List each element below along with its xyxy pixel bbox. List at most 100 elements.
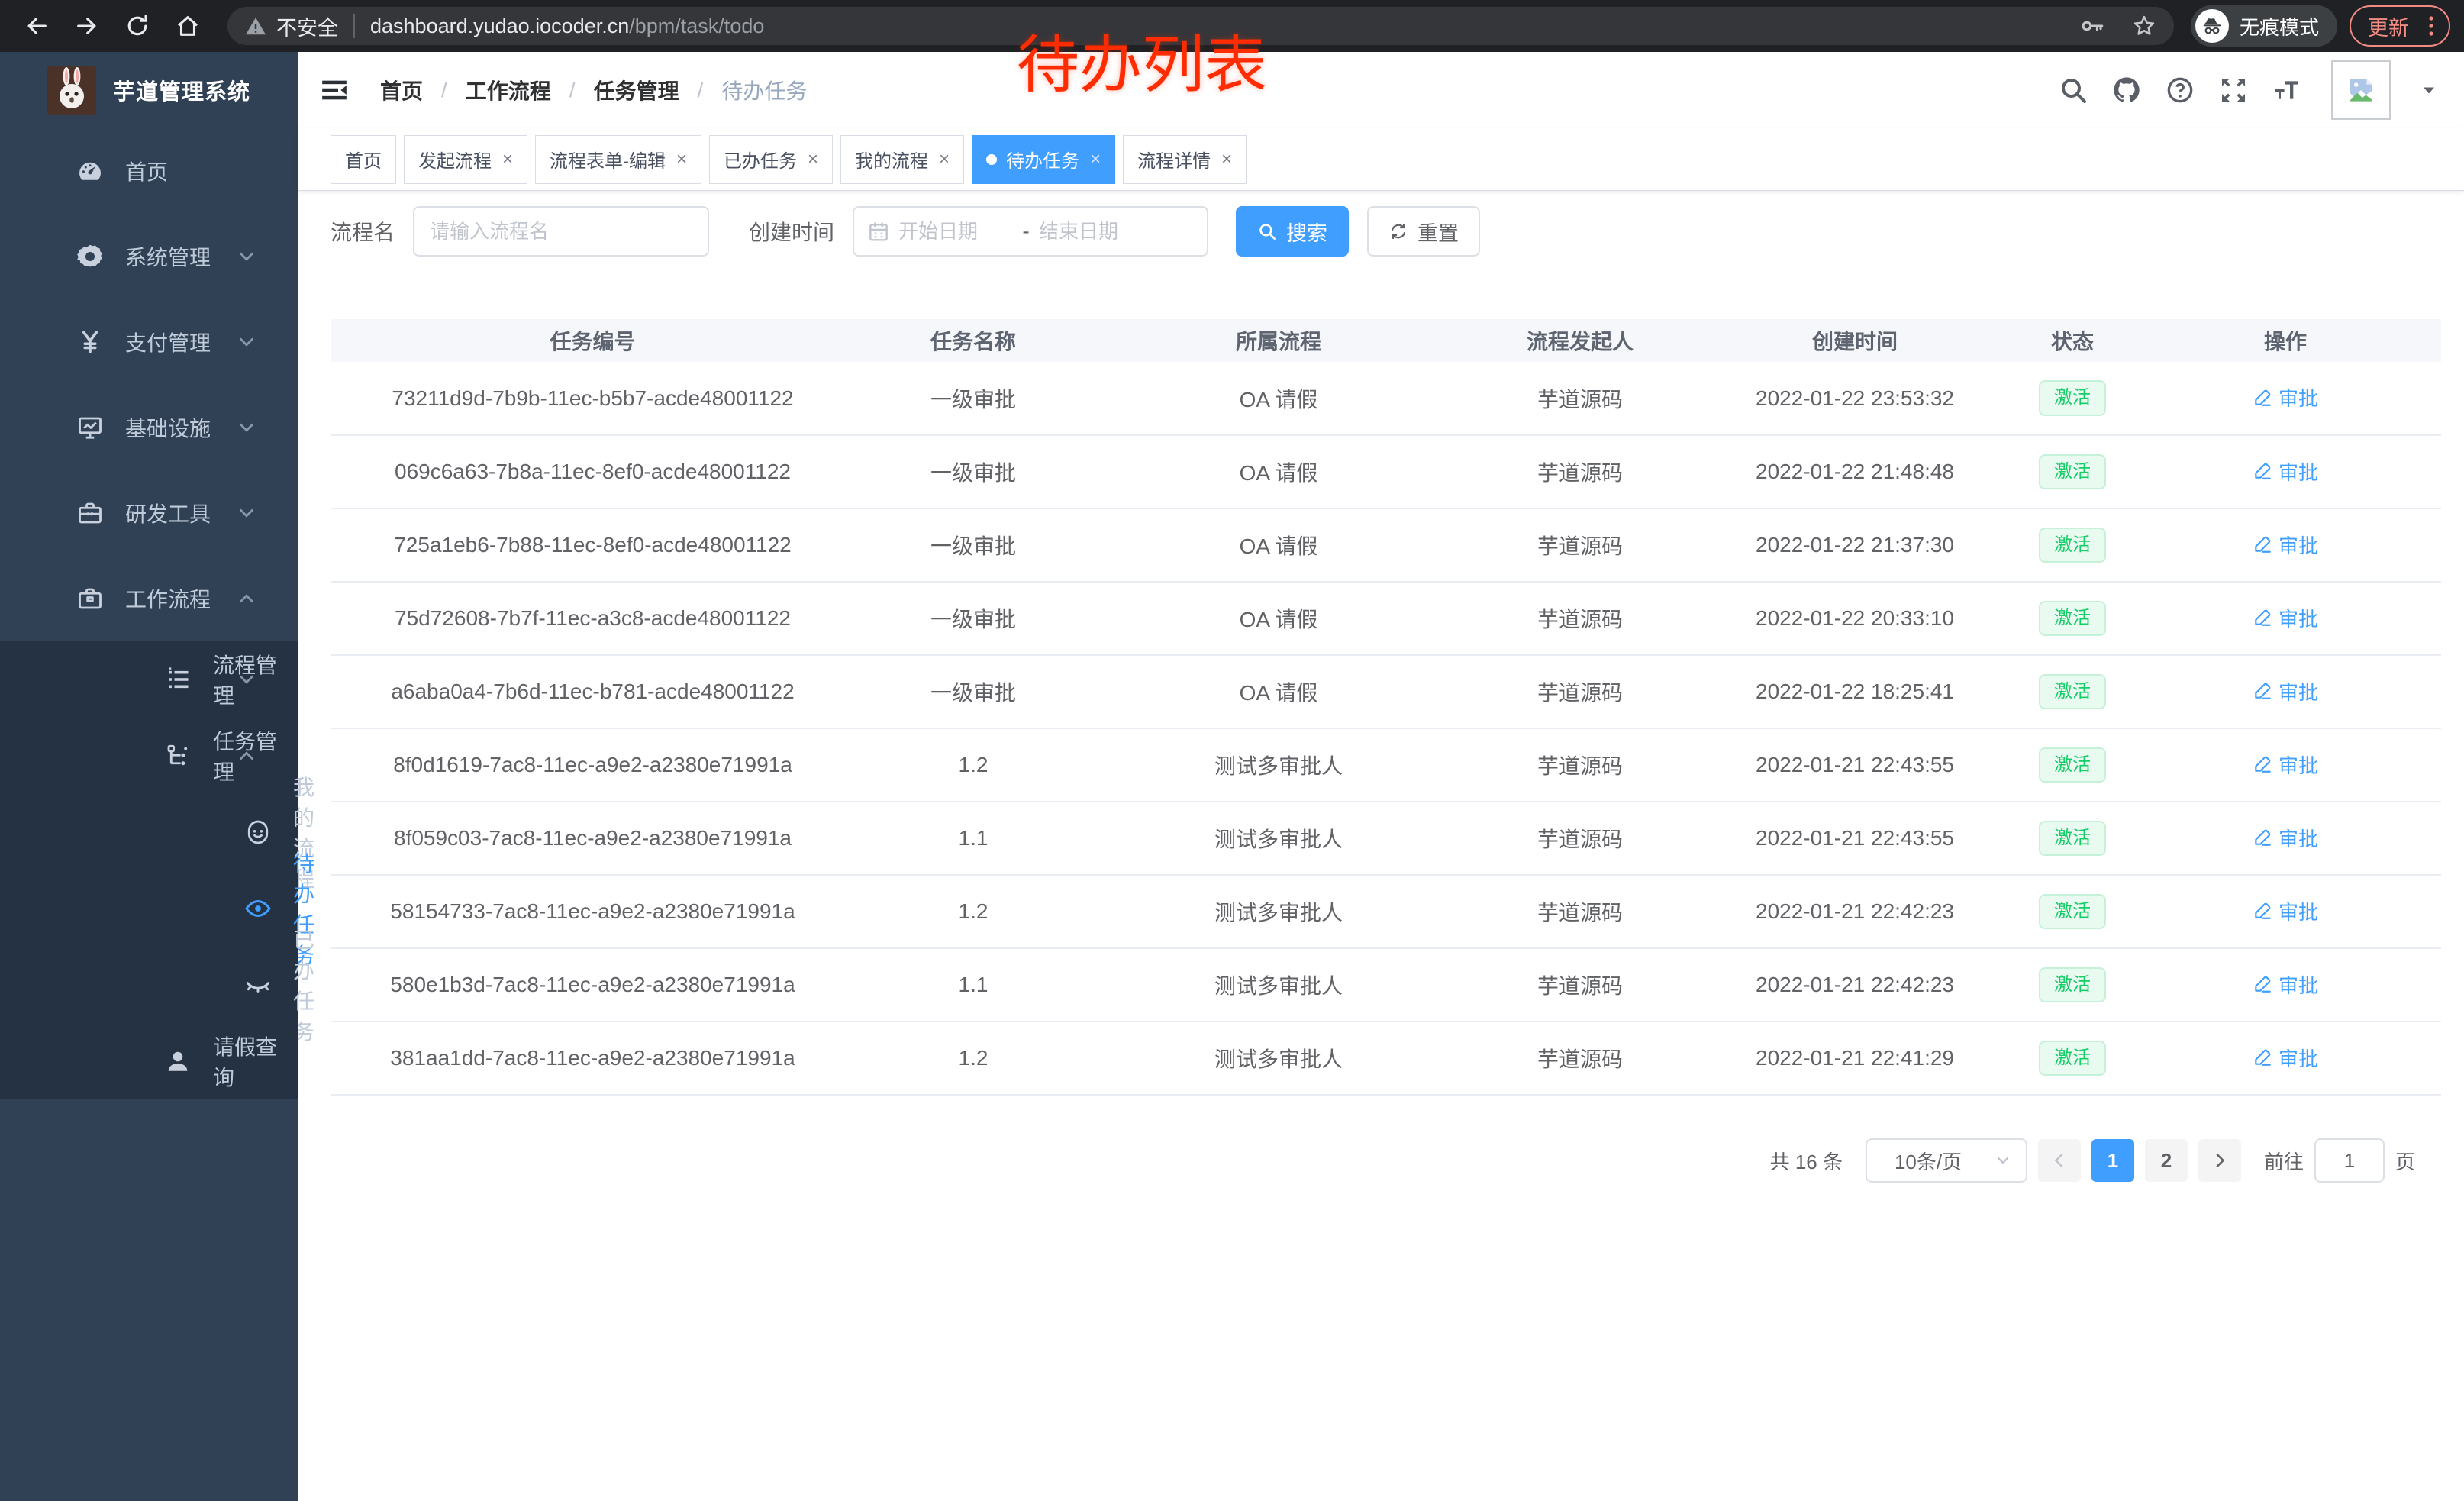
table-row: 73211d9d-7b9b-11ec-b5b7-acde48001122一级审批… <box>331 362 2441 435</box>
process-cell: OA 请假 <box>1092 435 1466 508</box>
page-content: 流程名 创建时间 - 搜索 重置 <box>298 191 2464 1501</box>
process-cell: 测试多审批人 <box>1092 802 1466 875</box>
start-date-input[interactable] <box>898 220 1013 244</box>
process-cell: OA 请假 <box>1092 362 1466 435</box>
goto-page-input[interactable] <box>2314 1138 2385 1183</box>
approve-link[interactable]: 审批 <box>2253 750 2318 779</box>
tab-close-icon[interactable]: × <box>939 149 950 170</box>
approve-link[interactable]: 审批 <box>2253 897 2318 925</box>
breadcrumb-item-工作流程[interactable]: 工作流程 <box>466 75 551 105</box>
sidebar-collapse-icon[interactable] <box>319 75 350 105</box>
goto-suffix: 页 <box>2395 1147 2415 1175</box>
tab-流程表单-编辑[interactable]: 流程表单-编辑× <box>535 135 701 184</box>
tab-我的流程[interactable]: 我的流程× <box>840 135 964 184</box>
task-name-cell: 一级审批 <box>855 582 1092 655</box>
help-icon[interactable] <box>2165 75 2195 105</box>
process-cell: 测试多审批人 <box>1092 728 1466 802</box>
task-id-cell: 58154733-7ac8-11ec-a9e2-a2380e71991a <box>331 875 855 948</box>
sidebar-item-待办任务[interactable]: 待办任务 <box>0 870 298 947</box>
prev-page-button[interactable] <box>2038 1139 2081 1182</box>
sidebar-logo-row[interactable]: 芋道管理系统 <box>0 52 298 128</box>
browser-update-button[interactable]: 更新 <box>2350 5 2450 47</box>
sidebar-item-任务管理[interactable]: 任务管理 <box>0 718 298 794</box>
sidebar-item-基础设施[interactable]: 基础设施 <box>0 385 298 470</box>
approve-link[interactable]: 审批 <box>2253 457 2318 486</box>
breadcrumb-separator: / <box>698 78 704 102</box>
approve-link[interactable]: 审批 <box>2253 604 2318 632</box>
approve-link[interactable]: 审批 <box>2253 970 2318 999</box>
tab-首页[interactable]: 首页 <box>331 135 396 184</box>
breadcrumb-item-首页[interactable]: 首页 <box>380 75 423 105</box>
browser-forward-button[interactable] <box>66 5 108 47</box>
font-size-icon[interactable] <box>2272 75 2302 105</box>
sidebar-item-已办任务[interactable]: 已办任务 <box>0 947 298 1023</box>
page-button-1[interactable]: 1 <box>2091 1139 2134 1182</box>
sidebar-item-研发工具[interactable]: 研发工具 <box>0 470 298 556</box>
approve-link[interactable]: 审批 <box>2253 824 2318 852</box>
browser-back-button[interactable] <box>15 5 58 47</box>
not-secure-warning-icon[interactable] <box>244 15 267 37</box>
avatar[interactable] <box>2331 60 2391 120</box>
briefcase-icon <box>76 585 104 612</box>
browser-home-button[interactable] <box>166 5 209 47</box>
page-size-select[interactable]: 10条/页 <box>1866 1138 2027 1183</box>
bookmark-star-icon[interactable] <box>2131 13 2157 39</box>
browser-reload-button[interactable] <box>116 5 159 47</box>
date-range-separator: - <box>1013 219 1039 244</box>
edit-icon <box>2253 754 2272 774</box>
end-date-input[interactable] <box>1039 220 1153 244</box>
page-button-2[interactable]: 2 <box>2145 1139 2188 1182</box>
created-at-cell: 2022-01-21 22:42:23 <box>1695 948 2015 1022</box>
sidebar-item-流程管理[interactable]: 流程管理 <box>0 641 298 718</box>
process-cell: OA 请假 <box>1092 582 1466 655</box>
sidebar-item-我的流程[interactable]: 我的流程 <box>0 794 298 870</box>
tab-close-icon[interactable]: × <box>1090 149 1101 170</box>
sidebar-item-工作流程[interactable]: 工作流程 <box>0 556 298 641</box>
tab-流程详情[interactable]: 流程详情× <box>1123 135 1247 184</box>
avatar-caret-icon[interactable] <box>2420 81 2438 99</box>
tab-close-icon[interactable]: × <box>808 149 818 170</box>
tab-已办任务[interactable]: 已办任务× <box>709 135 833 184</box>
process-name-input[interactable] <box>413 206 709 257</box>
url-text[interactable]: dashboard.yudao.iocoder.cn/bpm/task/todo <box>370 15 764 38</box>
address-bar[interactable]: 不安全 dashboard.yudao.iocoder.cn/bpm/task/… <box>227 7 2174 45</box>
created-at-cell: 2022-01-22 18:25:41 <box>1695 655 2015 728</box>
sidebar-item-请假查询[interactable]: 请假查询 <box>0 1023 298 1099</box>
sidebar-item-支付管理[interactable]: 支付管理 <box>0 299 298 385</box>
action-cell: 审批 <box>2130 948 2441 1022</box>
sidebar-item-系统管理[interactable]: 系统管理 <box>0 214 298 299</box>
task-id-cell: 8f059c03-7ac8-11ec-a9e2-a2380e71991a <box>331 802 855 875</box>
sidebar-item-label: 基础设施 <box>125 412 211 443</box>
breadcrumb-item-任务管理[interactable]: 任务管理 <box>594 75 679 105</box>
next-page-button[interactable] <box>2198 1139 2241 1182</box>
approve-link[interactable]: 审批 <box>2253 677 2318 705</box>
date-range-picker[interactable]: - <box>853 206 1208 257</box>
action-cell: 审批 <box>2130 1022 2441 1095</box>
github-icon[interactable] <box>2111 75 2142 105</box>
approve-link[interactable]: 审批 <box>2253 383 2318 412</box>
process-cell: OA 请假 <box>1092 655 1466 728</box>
tab-close-icon[interactable]: × <box>1221 149 1232 170</box>
task-id-cell: 580e1b3d-7ac8-11ec-a9e2-a2380e71991a <box>331 948 855 1022</box>
browser-chrome: 不安全 dashboard.yudao.iocoder.cn/bpm/task/… <box>0 0 2464 52</box>
tab-待办任务[interactable]: 待办任务× <box>972 135 1115 184</box>
password-key-icon[interactable] <box>2079 13 2105 39</box>
tab-close-icon[interactable]: × <box>676 149 687 170</box>
table-row: 8f0d1619-7ac8-11ec-a9e2-a2380e71991a1.2测… <box>331 728 2441 802</box>
approve-link[interactable]: 审批 <box>2253 1044 2318 1072</box>
status-cell: 激活 <box>2015 948 2130 1022</box>
tab-close-icon[interactable]: × <box>502 149 513 170</box>
reset-button[interactable]: 重置 <box>1367 206 1480 257</box>
approve-link[interactable]: 审批 <box>2253 531 2318 559</box>
sidebar-item-label: 工作流程 <box>125 583 211 614</box>
action-cell: 审批 <box>2130 802 2441 875</box>
process-name-label: 流程名 <box>331 216 395 247</box>
search-button[interactable]: 搜索 <box>1236 206 1349 257</box>
fullscreen-icon[interactable] <box>2218 75 2249 105</box>
breadcrumb-separator: / <box>441 78 447 102</box>
security-label[interactable]: 不安全 <box>276 11 338 41</box>
sidebar-item-首页[interactable]: 首页 <box>0 128 298 214</box>
tab-发起流程[interactable]: 发起流程× <box>404 135 527 184</box>
edit-icon <box>2253 974 2272 994</box>
search-icon[interactable] <box>2058 75 2088 105</box>
